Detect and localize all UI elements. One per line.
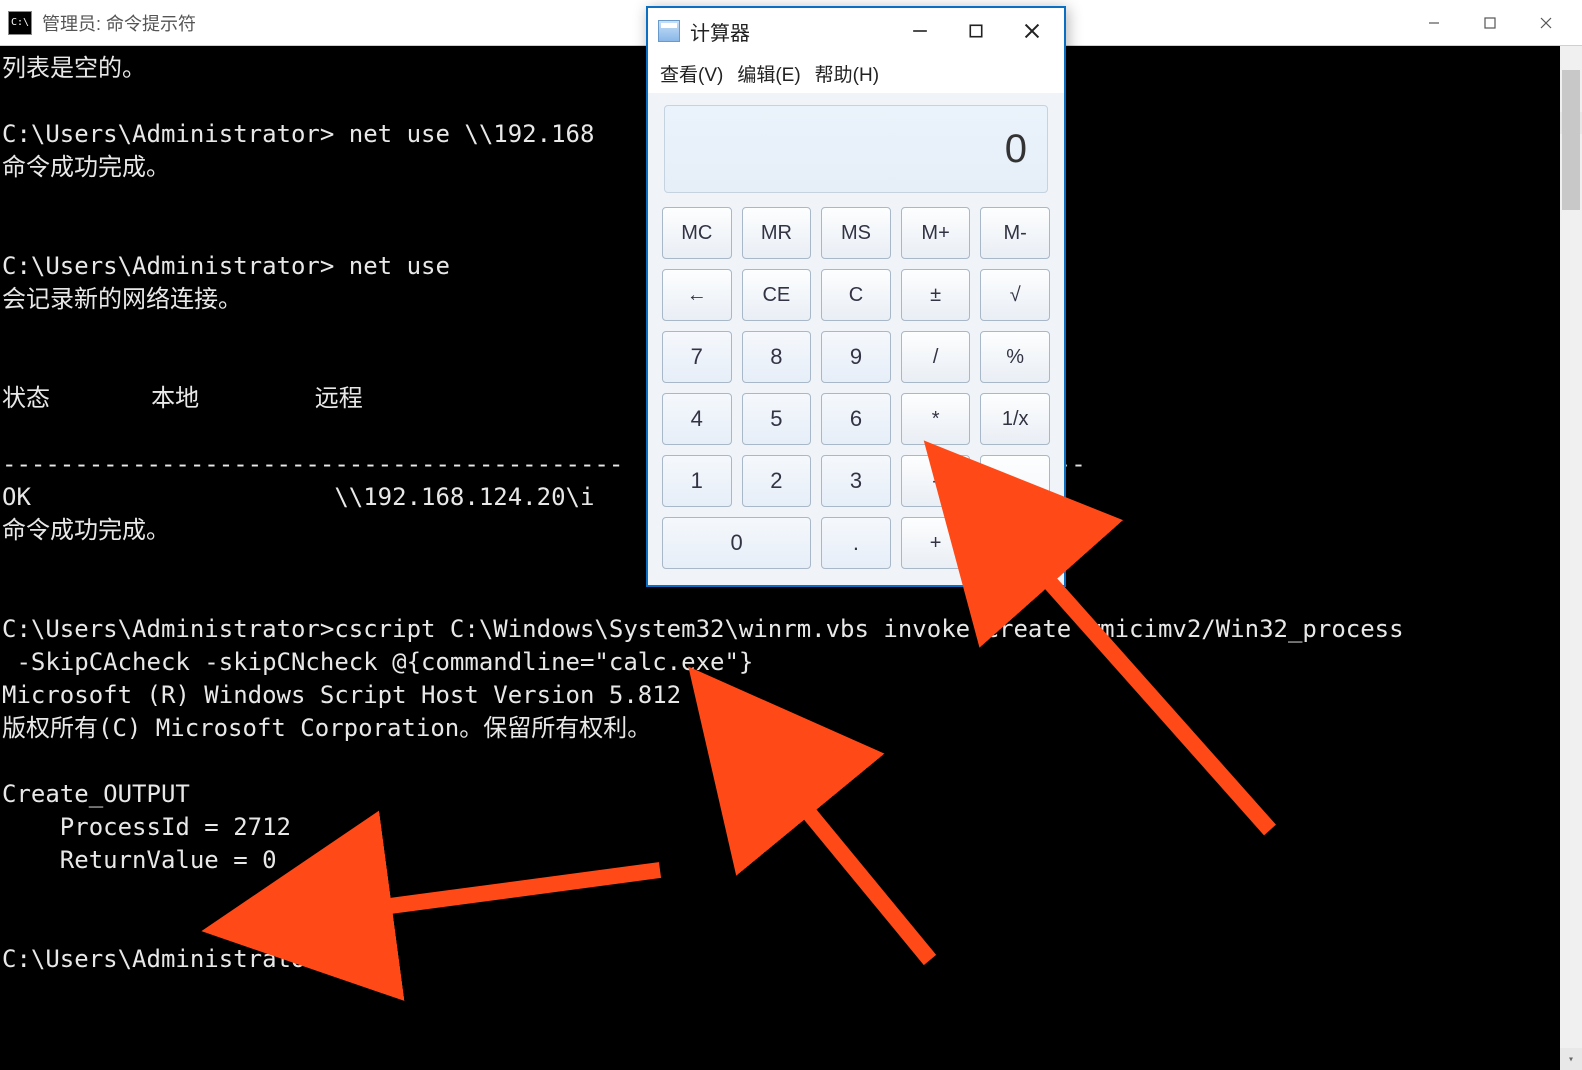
cmd-line: ReturnValue = 0 — [2, 846, 277, 874]
btn-c[interactable]: C — [821, 269, 891, 321]
cmd-line: 列表是空的。 — [2, 54, 146, 82]
cmd-line: C:\Users\Administrator>cscript C:\Window… — [2, 615, 1404, 643]
cmd-line: C:\Users\Administrator> net use — [2, 252, 450, 280]
btn-2[interactable]: 2 — [742, 455, 812, 507]
btn-mc[interactable]: MC — [662, 207, 732, 259]
calc-title: 计算器 — [690, 17, 892, 46]
btn-9[interactable]: 9 — [821, 331, 891, 383]
cmd-line: 会记录新的网络连接。 — [2, 285, 242, 313]
menu-help[interactable]: 帮助(H) — [815, 60, 879, 87]
btn-reciprocal[interactable]: 1/x — [980, 393, 1050, 445]
btn-3[interactable]: 3 — [821, 455, 891, 507]
btn-0[interactable]: 0 — [662, 517, 811, 569]
calculator-window[interactable]: 计算器 查看(V) 编辑(E) 帮助(H) 0 MC MR MS M+ M- ←… — [646, 6, 1066, 587]
calc-keypad: MC MR MS M+ M- ← CE C ± √ 7 8 9 / % 4 5 … — [648, 203, 1064, 585]
minimize-button[interactable] — [1406, 3, 1462, 43]
btn-mr[interactable]: MR — [742, 207, 812, 259]
btn-add[interactable]: + — [901, 517, 971, 569]
calc-titlebar[interactable]: 计算器 — [648, 8, 1064, 54]
btn-subtract[interactable]: - — [901, 455, 971, 507]
cmd-icon: C:\ — [8, 11, 32, 35]
btn-4[interactable]: 4 — [662, 393, 732, 445]
cmd-line: -SkipCAcheck -skipCNcheck @{commandline=… — [2, 648, 753, 676]
calculator-icon — [658, 20, 680, 42]
btn-7[interactable]: 7 — [662, 331, 732, 383]
cmd-line: C:\Users\Administrator> — [2, 945, 334, 973]
calc-close-button[interactable] — [1004, 11, 1060, 51]
btn-decimal[interactable]: . — [821, 517, 891, 569]
btn-mplus[interactable]: M+ — [901, 207, 971, 259]
cmd-line: Microsoft (R) Windows Script Host Versio… — [2, 681, 681, 709]
calc-display: 0 — [664, 105, 1048, 193]
cmd-window-controls — [1406, 3, 1574, 43]
cmd-line: 命令成功完成。 — [2, 516, 170, 544]
btn-6[interactable]: 6 — [821, 393, 891, 445]
scroll-thumb[interactable] — [1562, 70, 1580, 210]
btn-multiply[interactable]: * — [901, 393, 971, 445]
calc-maximize-button[interactable] — [948, 11, 1004, 51]
btn-sqrt[interactable]: √ — [980, 269, 1050, 321]
cmd-line: 状态 本地 远程 — [2, 384, 363, 412]
btn-percent[interactable]: % — [980, 331, 1050, 383]
menu-edit[interactable]: 编辑(E) — [737, 60, 800, 87]
menu-view[interactable]: 查看(V) — [660, 60, 723, 87]
btn-ms[interactable]: MS — [821, 207, 891, 259]
cmd-line: 版权所有(C) Microsoft Corporation。保留所有权利。 — [2, 714, 651, 742]
btn-divide[interactable]: / — [901, 331, 971, 383]
cmd-line: Create_OUTPUT — [2, 780, 190, 808]
btn-5[interactable]: 5 — [742, 393, 812, 445]
cmd-scrollbar[interactable]: ▴ ▾ — [1560, 46, 1582, 1070]
btn-8[interactable]: 8 — [742, 331, 812, 383]
btn-plusminus[interactable]: ± — [901, 269, 971, 321]
btn-mminus[interactable]: M- — [980, 207, 1050, 259]
cmd-line: 命令成功完成。 — [2, 153, 170, 181]
maximize-button[interactable] — [1462, 3, 1518, 43]
btn-1[interactable]: 1 — [662, 455, 732, 507]
calc-minimize-button[interactable] — [892, 11, 948, 51]
btn-equals[interactable]: = — [980, 455, 1050, 569]
scroll-down-icon[interactable]: ▾ — [1560, 1048, 1582, 1070]
close-button[interactable] — [1518, 3, 1574, 43]
calc-menubar: 查看(V) 编辑(E) 帮助(H) — [648, 54, 1064, 93]
btn-backspace[interactable]: ← — [662, 269, 732, 321]
cmd-line: ProcessId = 2712 — [2, 813, 291, 841]
btn-ce[interactable]: CE — [742, 269, 812, 321]
calc-window-controls — [892, 11, 1060, 51]
